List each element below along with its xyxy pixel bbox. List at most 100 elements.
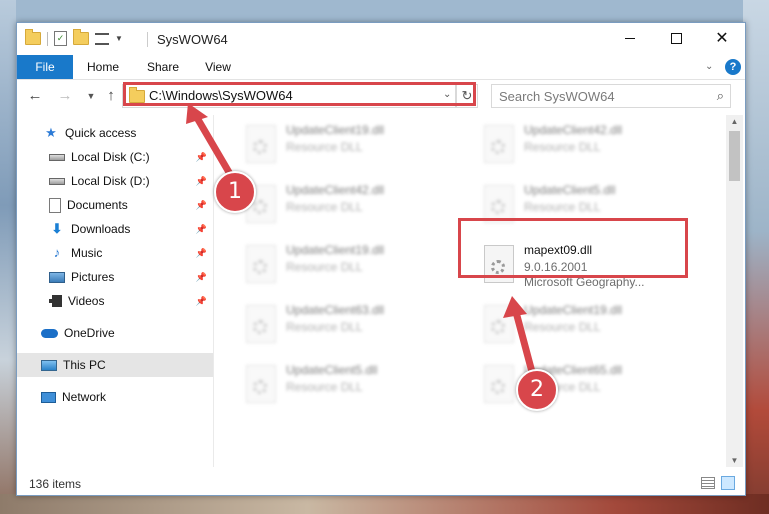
- details-view-icon[interactable]: [701, 477, 715, 489]
- expand-ribbon-icon[interactable]: ⌄: [705, 61, 713, 72]
- file-type: Resource DLL: [286, 200, 363, 214]
- sidebar-item-local-disk-c[interactable]: Local Disk (C:) 📌: [17, 145, 213, 169]
- star-icon: ★: [45, 125, 57, 140]
- customize-toolbar-icon[interactable]: [95, 32, 109, 45]
- sidebar-item-videos[interactable]: Videos 📌: [17, 289, 213, 313]
- disk-icon: [49, 177, 65, 185]
- search-input[interactable]: Search SysWOW64 ⌕: [491, 84, 731, 108]
- sidebar-item-label: Downloads: [71, 222, 131, 236]
- recent-locations-button[interactable]: ▼: [81, 86, 101, 106]
- close-button[interactable]: ✕: [699, 23, 745, 55]
- list-item[interactable]: UpdateClient19.dll Resource DLL: [238, 239, 460, 285]
- file-name: UpdateClient19.dll: [286, 123, 385, 137]
- list-item[interactable]: UpdateClient63.dll Resource DLL: [238, 299, 460, 345]
- list-item[interactable]: UpdateClient19.dll Resource DLL: [476, 299, 698, 345]
- sidebar-item-label: Network: [62, 390, 107, 404]
- list-item[interactable]: UpdateClient42.dll Resource DLL: [238, 179, 460, 225]
- sidebar-item-network[interactable]: Network: [17, 385, 213, 409]
- disk-icon: [49, 153, 65, 161]
- step-1-badge: 1: [214, 171, 256, 213]
- vertical-scrollbar[interactable]: ▲ ▼: [726, 115, 743, 467]
- status-bar: 136 items: [17, 471, 745, 495]
- tab-view[interactable]: View: [201, 55, 235, 79]
- tab-share[interactable]: Share: [143, 55, 183, 79]
- maximize-button[interactable]: [653, 23, 699, 55]
- pin-icon: 📌: [195, 247, 207, 258]
- search-icon[interactable]: ⌕: [717, 88, 724, 104]
- scroll-up-icon[interactable]: ▲: [726, 117, 743, 126]
- folder-icon: [25, 29, 41, 45]
- file-name: UpdateClient5.dll: [286, 363, 378, 377]
- sidebar-item-label: Quick access: [65, 126, 137, 140]
- sidebar-item-local-disk-d[interactable]: Local Disk (D:) 📌: [17, 169, 213, 193]
- dll-file-icon: [246, 365, 276, 403]
- sidebar-item-label: Local Disk (D:): [71, 174, 150, 188]
- list-item[interactable]: UpdateClient65.dll Resource DLL: [476, 359, 698, 405]
- file-name: UpdateClient42.dll: [524, 123, 623, 137]
- file-name: UpdateClient19.dll: [524, 303, 623, 317]
- dll-file-icon: [246, 245, 276, 283]
- search-placeholder: Search SysWOW64: [499, 89, 615, 104]
- sidebar-item-documents[interactable]: Documents 📌: [17, 193, 213, 217]
- sidebar-item-this-pc[interactable]: This PC: [17, 353, 213, 377]
- maximize-icon: [670, 33, 682, 45]
- gear-icon: [491, 140, 505, 154]
- toolbar-divider: [47, 31, 48, 46]
- file-type: Resource DLL: [286, 320, 363, 334]
- tab-file[interactable]: File: [17, 55, 73, 79]
- step-2-badge: 2: [516, 369, 558, 411]
- sidebar-item-quick-access[interactable]: ★ Quick access: [17, 121, 213, 145]
- title-divider: [147, 32, 148, 47]
- help-icon[interactable]: ?: [725, 59, 741, 75]
- minimize-button[interactable]: [607, 23, 653, 55]
- window-title: SysWOW64: [157, 32, 228, 47]
- pin-icon: 📌: [195, 199, 207, 210]
- desktop-background: [0, 0, 16, 514]
- file-name: UpdateClient63.dll: [286, 303, 385, 317]
- gear-icon: [253, 320, 267, 334]
- download-icon: ⬇: [51, 221, 63, 236]
- list-item[interactable]: UpdateClient19.dll Resource DLL: [238, 119, 460, 165]
- documents-icon: [49, 197, 61, 213]
- properties-icon[interactable]: ✓: [54, 31, 67, 46]
- dll-file-icon: [246, 125, 276, 163]
- quick-access-toolbar: ✓ ▼: [25, 29, 123, 46]
- tab-home[interactable]: Home: [83, 55, 123, 79]
- sidebar-item-music[interactable]: ♪ Music 📌: [17, 241, 213, 265]
- file-list: UpdateClient19.dll Resource DLL UpdateCl…: [214, 115, 726, 467]
- dll-file-icon: [484, 365, 514, 403]
- desktop-background-right: [743, 0, 769, 514]
- pin-icon: 📌: [195, 223, 207, 234]
- file-highlight-box: [458, 218, 688, 278]
- gear-icon: [491, 320, 505, 334]
- close-icon: ✕: [715, 30, 729, 47]
- ribbon-tabs: File Home Share View ⌄ ?: [17, 55, 745, 80]
- back-button[interactable]: ←: [25, 86, 45, 106]
- scroll-down-icon[interactable]: ▼: [726, 456, 743, 465]
- forward-button[interactable]: →: [55, 86, 75, 106]
- file-name: UpdateClient19.dll: [286, 243, 385, 257]
- scrollbar-thumb[interactable]: [729, 131, 740, 181]
- sidebar-item-label: Documents: [67, 198, 128, 212]
- sidebar-item-downloads[interactable]: ⬇ Downloads 📌: [17, 217, 213, 241]
- sidebar-item-onedrive[interactable]: OneDrive: [17, 321, 213, 345]
- sidebar-item-label: Music: [71, 246, 103, 260]
- up-button[interactable]: ↑: [101, 86, 121, 106]
- sidebar-item-pictures[interactable]: Pictures 📌: [17, 265, 213, 289]
- pictures-icon: [49, 271, 65, 283]
- gear-icon: [253, 200, 267, 214]
- large-icons-view-icon[interactable]: [721, 476, 735, 490]
- address-highlight-box: [123, 82, 476, 106]
- item-count: 136 items: [29, 477, 82, 491]
- file-type: Resource DLL: [286, 260, 363, 274]
- navigation-pane: ★ Quick access Local Disk (C:) 📌 Local D…: [17, 115, 214, 467]
- pin-icon: 📌: [195, 271, 207, 282]
- new-folder-icon[interactable]: [73, 29, 89, 45]
- file-name: UpdateClient42.dll: [286, 183, 385, 197]
- sidebar-item-label: This PC: [63, 358, 106, 372]
- list-item[interactable]: UpdateClient42.dll Resource DLL: [476, 119, 698, 165]
- list-item[interactable]: UpdateClient5.dll Resource DLL: [238, 359, 460, 405]
- computer-icon: [41, 359, 57, 371]
- chevron-down-icon[interactable]: ▼: [115, 34, 123, 43]
- dll-file-icon: [246, 305, 276, 343]
